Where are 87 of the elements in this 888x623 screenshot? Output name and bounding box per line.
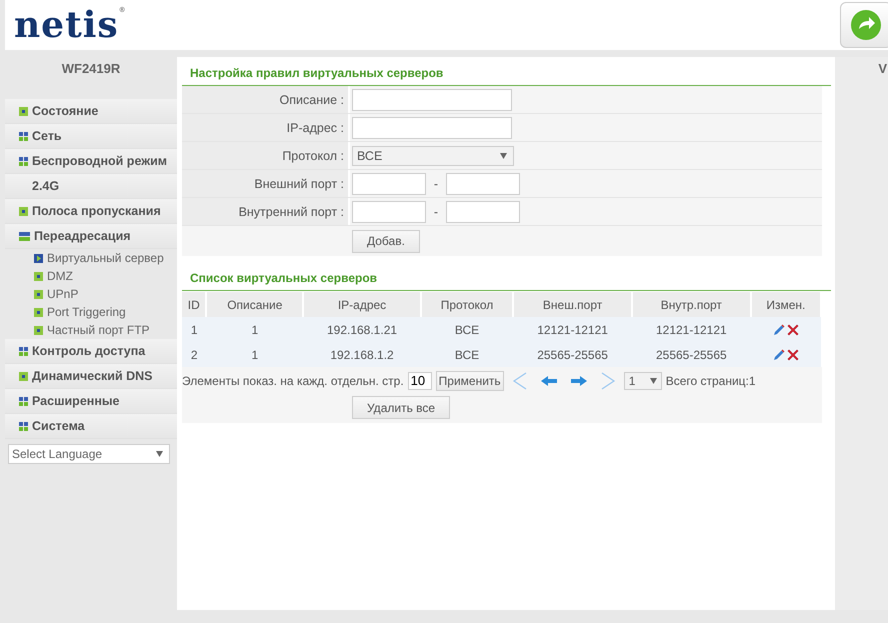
minus-icon xyxy=(19,232,30,240)
range-separator: - xyxy=(432,204,440,218)
submenu-item[interactable]: UPnP xyxy=(5,285,177,303)
table-cell: ВСЕ xyxy=(420,317,514,342)
table-cell: 25565-25565 xyxy=(632,342,751,367)
menu-item[interactable]: Состояние xyxy=(5,99,177,124)
column-header: Внутр.порт xyxy=(632,292,751,317)
add-button[interactable]: Добав. xyxy=(352,230,420,252)
language-select[interactable]: Select Language xyxy=(8,444,170,464)
model-name: WF2419R xyxy=(60,60,122,78)
page-select[interactable]: 1 xyxy=(624,372,662,390)
menu-item[interactable]: Динамический DNS xyxy=(5,364,177,389)
input-field[interactable] xyxy=(352,116,512,138)
square-icon xyxy=(34,308,43,316)
input-field[interactable] xyxy=(446,172,520,194)
column-header: Внеш.порт xyxy=(513,292,632,317)
next-icon[interactable] xyxy=(600,372,616,390)
left-arrow-icon[interactable] xyxy=(540,374,558,386)
table-cell: 192.168.1.21 xyxy=(303,317,421,342)
square-icon xyxy=(34,272,43,280)
pencil-icon[interactable] xyxy=(772,349,785,362)
pencil-icon[interactable] xyxy=(772,324,785,336)
square-icon xyxy=(34,290,43,298)
field-label: Внешний порт : xyxy=(182,170,350,197)
column-header: Описание xyxy=(206,292,304,317)
table-cell: 192.168.1.2 xyxy=(303,342,421,367)
grid-icon xyxy=(19,422,28,430)
per-page-label: Элементы показ. на кажд. отдельн. стр. xyxy=(182,374,404,388)
table-cell: 2 xyxy=(182,342,206,367)
refresh-icon xyxy=(850,9,882,41)
table-cell: 12121-12121 xyxy=(513,317,632,342)
field-label: Описание : xyxy=(182,86,350,113)
menu-item[interactable]: Переадресация xyxy=(5,224,177,249)
table-cell: 1 xyxy=(206,342,304,367)
square-icon xyxy=(19,206,28,216)
table-cell: 12121-12121 xyxy=(632,317,751,342)
menu-item[interactable]: Сеть xyxy=(5,124,177,149)
square-icon xyxy=(19,372,28,380)
menu-item[interactable]: 2.4G xyxy=(5,174,177,199)
submenu-item[interactable]: DMZ xyxy=(5,267,177,285)
table-cell: 1 xyxy=(206,317,304,342)
table-cell: ВСЕ xyxy=(420,342,514,367)
input-field[interactable] xyxy=(352,172,426,194)
menu-item[interactable]: Полоса пропускания xyxy=(5,199,177,224)
menu-item[interactable]: Контроль доступа xyxy=(5,339,177,364)
play-icon xyxy=(34,254,43,262)
input-field[interactable] xyxy=(352,200,426,222)
previous-icon[interactable] xyxy=(512,372,528,390)
caret-icon xyxy=(500,152,507,158)
section-title: Список виртуальных серверов xyxy=(182,268,831,291)
grid-icon xyxy=(19,156,28,166)
table-cell: 1 xyxy=(182,317,206,342)
caret-icon xyxy=(650,378,657,384)
refresh-button[interactable] xyxy=(840,2,888,48)
menu-item[interactable]: Расширенные xyxy=(5,389,177,414)
logo: netis$^{®}$ xyxy=(14,7,127,43)
grid-icon xyxy=(19,132,28,140)
square-icon xyxy=(34,326,43,334)
menu-item[interactable]: Система xyxy=(5,414,177,439)
range-separator: - xyxy=(432,176,440,190)
column-header: Протокол xyxy=(420,292,514,317)
square-icon xyxy=(19,106,28,116)
submenu-item[interactable]: Виртуальный сервер xyxy=(5,249,177,267)
input-field[interactable] xyxy=(446,200,520,222)
protocol-select[interactable]: ВСЕ xyxy=(352,146,514,166)
delete-icon[interactable] xyxy=(786,324,799,336)
column-header: IP-адрес xyxy=(303,292,421,317)
input-field[interactable] xyxy=(352,88,512,110)
column-header: Измен. xyxy=(750,292,821,317)
submenu-item[interactable]: Частный порт FTP xyxy=(5,321,177,339)
right-arrow-icon[interactable] xyxy=(570,374,588,386)
apply-button[interactable]: Применить xyxy=(436,370,504,390)
caret-icon xyxy=(156,451,163,457)
column-header: ID xyxy=(182,292,206,317)
panel-text: V xyxy=(878,61,887,77)
delete-all-button[interactable]: Удалить все xyxy=(352,396,450,419)
per-page-input[interactable]: 10 xyxy=(408,372,432,390)
grid-icon xyxy=(19,346,28,356)
field-label: Внутренний порт : xyxy=(182,198,350,225)
total-pages: Всего страниц:1 xyxy=(666,374,756,388)
table-cell: 25565-25565 xyxy=(513,342,632,367)
delete-icon[interactable] xyxy=(786,349,799,362)
menu-item[interactable]: Беспроводной режим xyxy=(5,149,177,174)
field-label: IP-адрес : xyxy=(182,114,350,141)
field-label: Протокол : xyxy=(182,142,350,169)
submenu-item[interactable]: Port Triggering xyxy=(5,303,177,321)
grid-icon xyxy=(19,396,28,406)
